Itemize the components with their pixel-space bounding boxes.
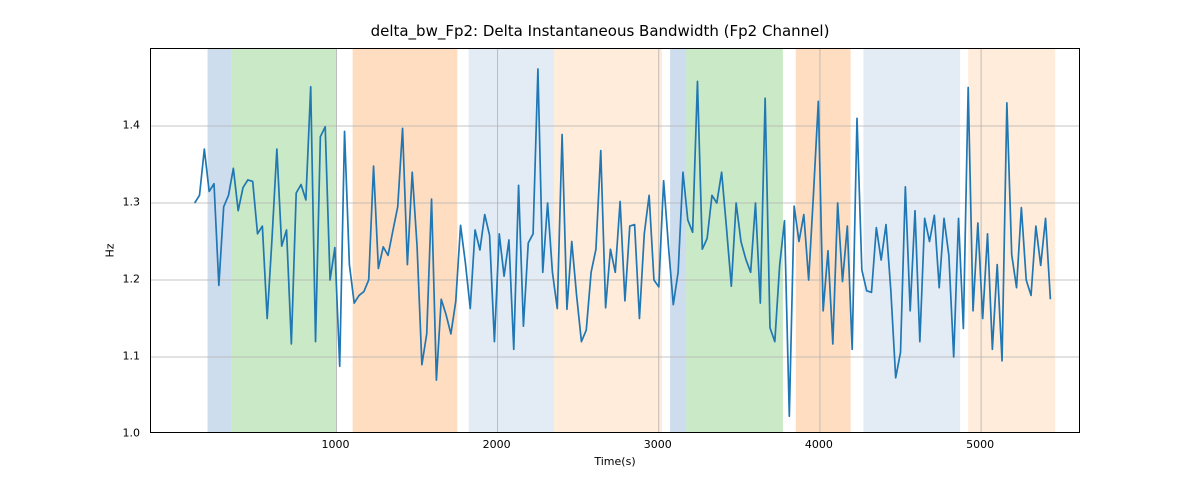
- y-axis-label: Hz: [100, 0, 120, 500]
- x-tick-label: 5000: [966, 438, 994, 451]
- region-span: [554, 49, 662, 433]
- x-tick-label: 4000: [805, 438, 833, 451]
- region-span: [208, 49, 232, 433]
- x-tick-label: 1000: [321, 438, 349, 451]
- x-tick-label: 3000: [644, 438, 672, 451]
- y-tick-label: 1.4: [0, 119, 140, 132]
- region-span: [353, 49, 458, 433]
- y-tick-label: 1.3: [0, 196, 140, 209]
- y-tick-label: 1.2: [0, 273, 140, 286]
- chart-title: delta_bw_Fp2: Delta Instantaneous Bandwi…: [0, 22, 1200, 40]
- x-tick-label: 2000: [483, 438, 511, 451]
- region-span: [670, 49, 686, 433]
- y-tick-label: 1.0: [0, 427, 140, 440]
- chart-figure: delta_bw_Fp2: Delta Instantaneous Bandwi…: [0, 0, 1200, 500]
- region-span: [796, 49, 851, 433]
- chart-axes: [150, 48, 1080, 433]
- x-axis-label: Time(s): [150, 455, 1080, 468]
- y-tick-label: 1.1: [0, 350, 140, 363]
- chart-svg: [151, 49, 1080, 433]
- region-span: [232, 49, 337, 433]
